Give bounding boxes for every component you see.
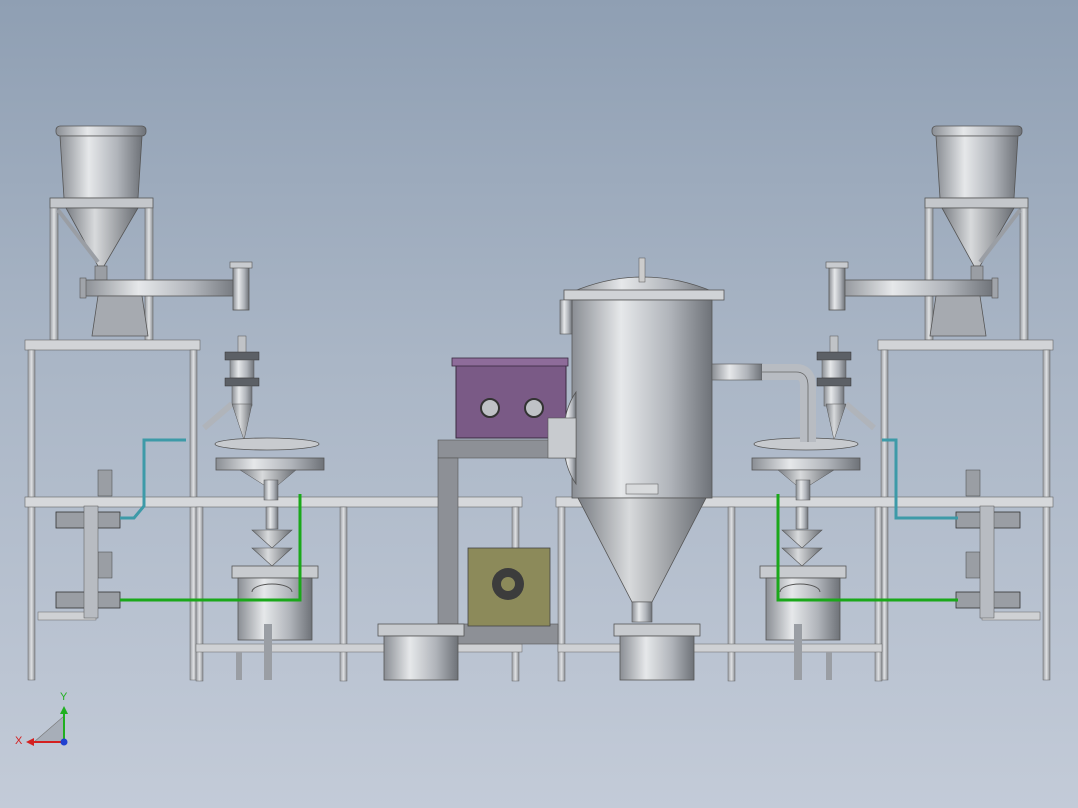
left-upper-frame bbox=[24, 339, 201, 681]
right-valve-stack bbox=[816, 335, 876, 441]
right-upper-frame bbox=[877, 339, 1054, 681]
left-receiver-cone bbox=[251, 506, 293, 567]
z-axis-dot bbox=[60, 738, 68, 746]
right-feed-hopper bbox=[924, 125, 1029, 281]
left-vibrating-sieve bbox=[214, 437, 325, 501]
cyclone-outlet-duct bbox=[711, 363, 816, 442]
cad-viewport[interactable]: X Y bbox=[0, 0, 1078, 808]
triad-x-label: X bbox=[15, 735, 23, 747]
center-right-bottom-tank bbox=[613, 623, 701, 681]
right-vibrating-sieve bbox=[751, 437, 861, 501]
motor-base-unit bbox=[467, 547, 551, 627]
left-valve-stack bbox=[202, 335, 260, 441]
cyclone-separator bbox=[547, 257, 725, 623]
center-left-bottom-tank bbox=[377, 623, 465, 681]
triad-y-label: Y bbox=[60, 691, 68, 703]
left-pneumatic-valves bbox=[55, 469, 121, 619]
axis-triad: X Y bbox=[15, 691, 68, 747]
right-collection-tank bbox=[759, 565, 847, 680]
left-feed-hopper bbox=[49, 125, 154, 281]
right-pneumatic-valves bbox=[955, 469, 1021, 619]
left-collection-tank bbox=[231, 565, 319, 680]
equipment-assembly-model[interactable]: X Y bbox=[0, 0, 1078, 808]
right-receiver-cone bbox=[781, 506, 823, 567]
